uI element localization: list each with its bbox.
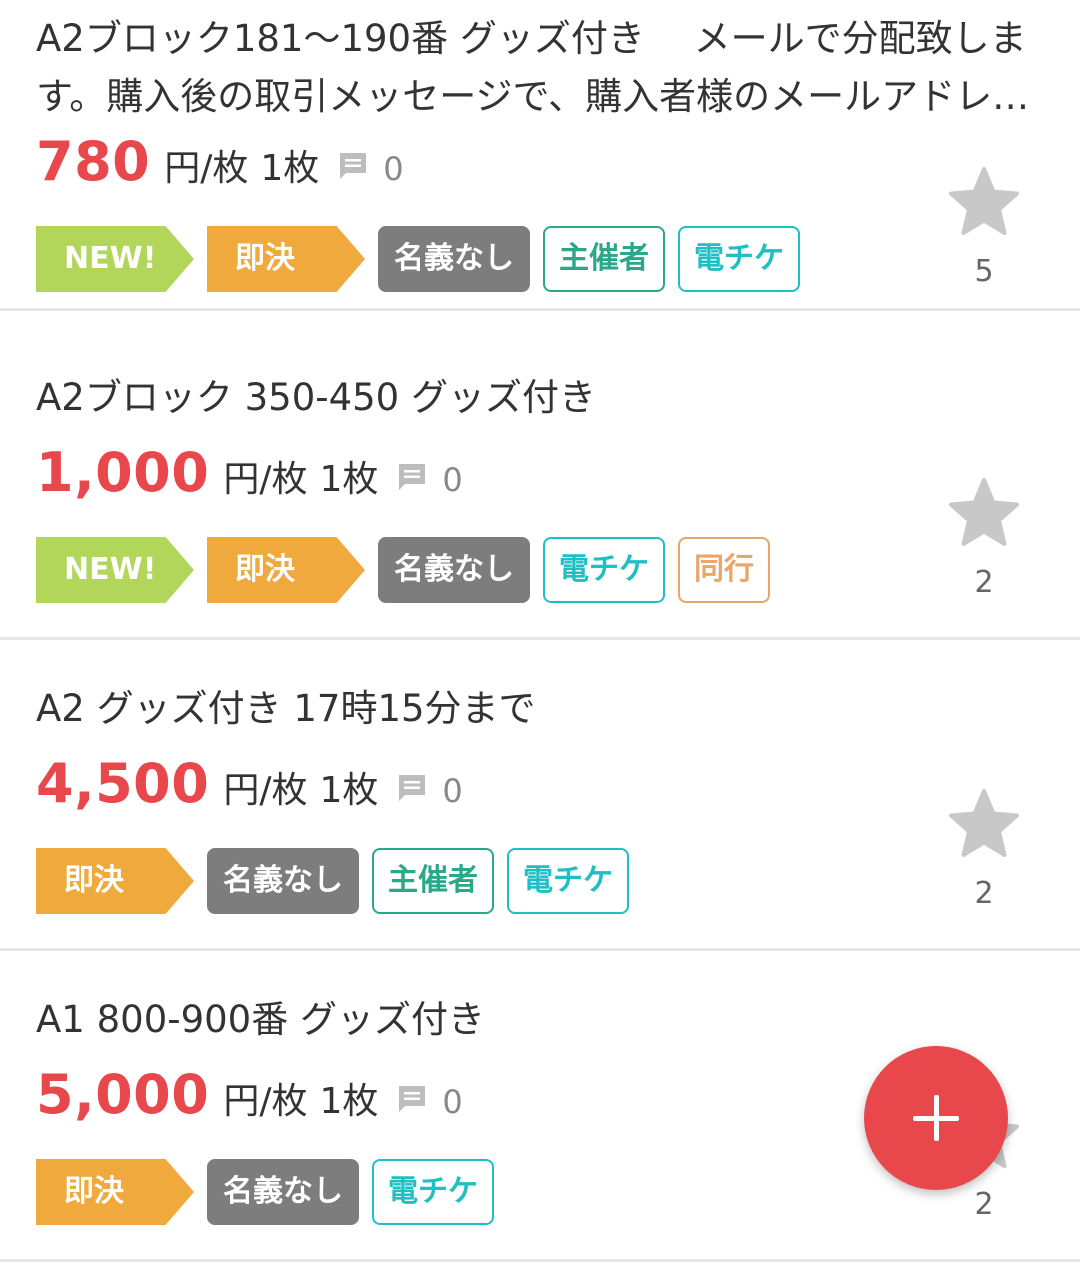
ticket-quantity: 1枚 <box>319 770 379 811</box>
comment-count: 0 <box>442 461 463 499</box>
tag-new: NEW! <box>36 226 194 292</box>
favorite-button[interactable]: 5 <box>948 166 1020 289</box>
price-row: 780 円/枚 1枚 0 <box>36 130 404 193</box>
tag-eticket: 電チケ <box>372 1159 494 1225</box>
favorite-button[interactable]: 2 <box>948 477 1020 600</box>
listing-card[interactable]: A2 グッズ付き 17時15分まで 4,500 円/枚 1枚 0 即決 名義なし… <box>0 640 1080 951</box>
listing-title: A2 グッズ付き 17時15分まで <box>36 687 536 730</box>
price-row: 1,000 円/枚 1枚 0 <box>36 441 463 504</box>
tag-list: NEW! 即決 名義なし 主催者 電チケ <box>36 226 813 292</box>
favorite-button[interactable]: 2 <box>948 788 1020 911</box>
ticket-quantity: 1枚 <box>319 1081 379 1122</box>
listing-list: A2ブロック181〜190番 グッズ付き メールで分配致します。購入後の取引メッ… <box>0 0 1080 1268</box>
listing-title: A2ブロック 350-450 グッズ付き <box>36 376 596 419</box>
tag-no-name: 名義なし <box>378 537 530 603</box>
plus-icon <box>913 1095 959 1141</box>
comment-icon <box>340 153 367 179</box>
tag-quick-buy: 即決 <box>207 537 365 603</box>
tag-no-name: 名義なし <box>207 1159 359 1225</box>
price-value: 5,000 <box>36 1063 210 1126</box>
tag-quick-buy: 即決 <box>207 226 365 292</box>
tag-quick-buy: 即決 <box>36 848 194 914</box>
price-value: 1,000 <box>36 441 210 504</box>
tag-quick-buy: 即決 <box>36 1159 194 1225</box>
price-unit: 円/枚 <box>223 1081 308 1122</box>
listing-card[interactable]: A2ブロック181〜190番 グッズ付き メールで分配致します。購入後の取引メッ… <box>0 0 1080 311</box>
star-icon[interactable] <box>948 788 1020 860</box>
price-value: 4,500 <box>36 752 210 815</box>
tag-eticket: 電チケ <box>507 848 629 914</box>
comment-icon <box>399 775 426 801</box>
price-value: 780 <box>36 130 151 193</box>
comment-count: 0 <box>442 1083 463 1121</box>
favorite-count: 5 <box>974 254 994 289</box>
star-icon[interactable] <box>948 477 1020 549</box>
comment-icon <box>399 1086 426 1112</box>
tag-new: NEW! <box>36 537 194 603</box>
ticket-quantity: 1枚 <box>319 459 379 500</box>
price-unit: 円/枚 <box>223 459 308 500</box>
star-icon[interactable] <box>948 166 1020 238</box>
tag-accompany: 同行 <box>678 537 770 603</box>
tag-organizer: 主催者 <box>372 848 494 914</box>
add-listing-button[interactable] <box>864 1046 1008 1190</box>
favorite-count: 2 <box>974 876 994 911</box>
tag-list: NEW! 即決 名義なし 電チケ 同行 <box>36 537 783 603</box>
comment-count: 0 <box>442 772 463 810</box>
favorite-count: 2 <box>974 1187 994 1222</box>
price-unit: 円/枚 <box>164 148 249 189</box>
tag-no-name: 名義なし <box>207 848 359 914</box>
favorite-count: 2 <box>974 565 994 600</box>
tag-list: 即決 名義なし 電チケ <box>36 1159 507 1225</box>
comment-count: 0 <box>383 150 404 188</box>
listing-title: A2ブロック181〜190番 グッズ付き メールで分配致します。購入後の取引メッ… <box>36 17 1030 118</box>
tag-list: 即決 名義なし 主催者 電チケ <box>36 848 642 914</box>
listing-title: A1 800-900番 グッズ付き <box>36 998 485 1041</box>
price-unit: 円/枚 <box>223 770 308 811</box>
comment-icon <box>399 464 426 490</box>
price-row: 5,000 円/枚 1枚 0 <box>36 1063 463 1126</box>
tag-eticket: 電チケ <box>678 226 800 292</box>
ticket-quantity: 1枚 <box>260 148 320 189</box>
tag-organizer: 主催者 <box>543 226 665 292</box>
tag-no-name: 名義なし <box>378 226 530 292</box>
listing-card[interactable]: A2ブロック 350-450 グッズ付き 1,000 円/枚 1枚 0 NEW!… <box>0 329 1080 640</box>
tag-eticket: 電チケ <box>543 537 665 603</box>
price-row: 4,500 円/枚 1枚 0 <box>36 752 463 815</box>
